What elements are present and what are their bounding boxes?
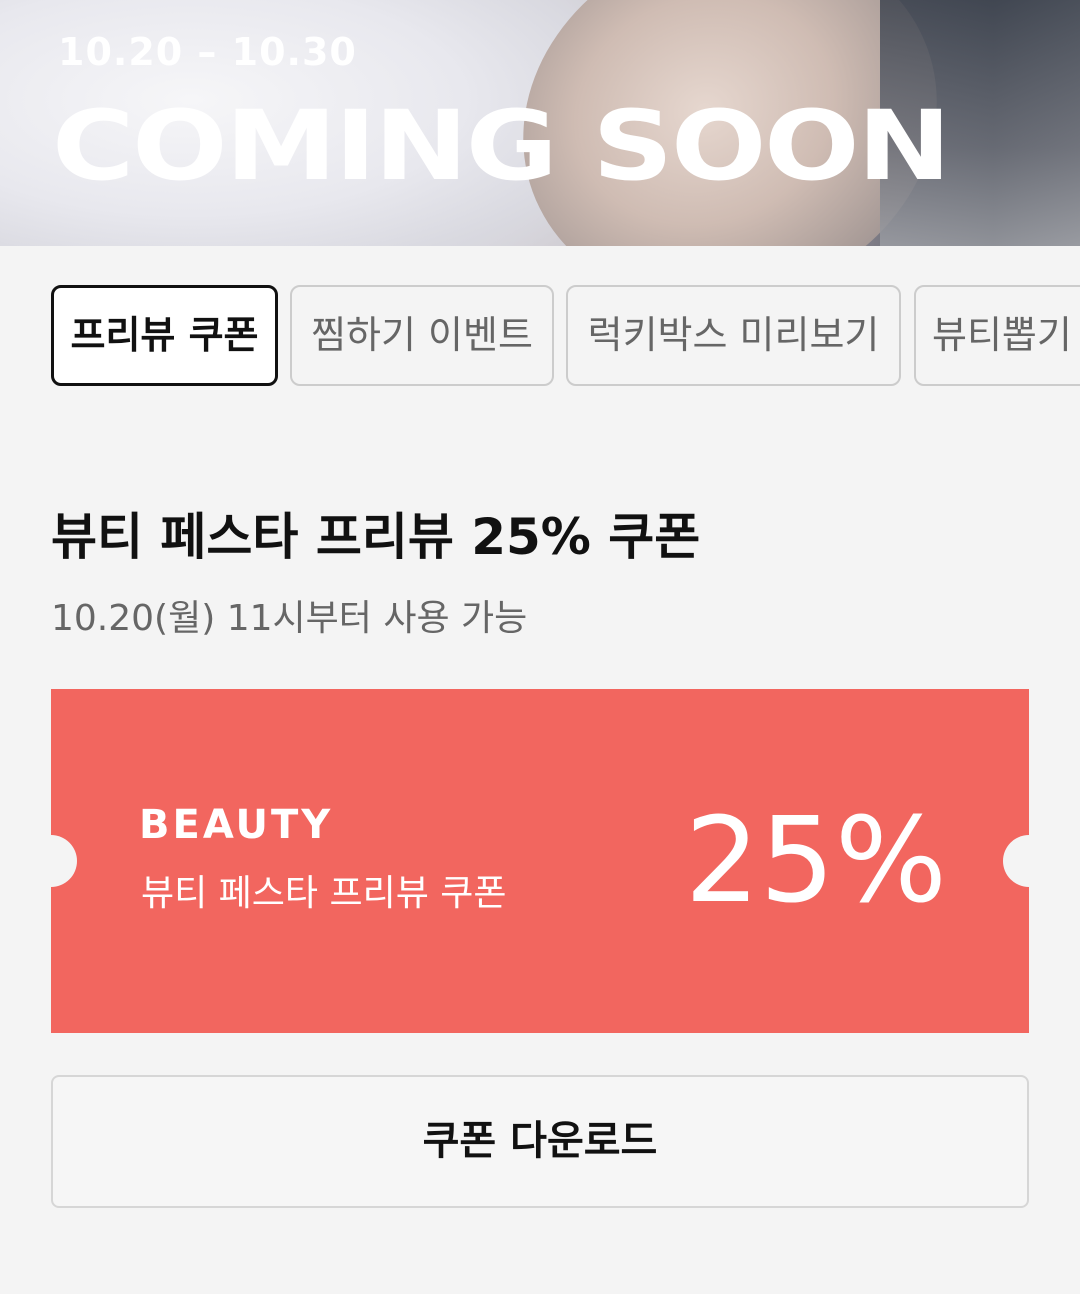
coupon-section-title: 뷰티 페스타 프리뷰 25% 쿠폰 xyxy=(51,508,701,566)
coupon-notch-right xyxy=(1003,835,1055,887)
coupon-notch-left xyxy=(25,835,77,887)
coupon-card: BEAUTY 뷰티 페스타 프리뷰 쿠폰 25% xyxy=(25,689,1055,1033)
tab-preview-coupon[interactable]: 프리뷰 쿠폰 xyxy=(51,285,278,386)
hero-date-range: 10.20 – 10.30 xyxy=(58,30,357,74)
tab-luckybox-preview[interactable]: 럭키박스 미리보기 xyxy=(566,285,901,386)
coupon-download-button[interactable]: 쿠폰 다운로드 xyxy=(51,1075,1029,1208)
tab-wishlist-event[interactable]: 찜하기 이벤트 xyxy=(290,285,554,386)
hero-banner: 10.20 – 10.30 COMING SOON xyxy=(0,0,1080,246)
coupon-discount-value: 25% xyxy=(684,791,947,929)
coupon-brand: BEAUTY xyxy=(139,802,334,848)
coupon-availability-text: 10.20(월) 11시부터 사용 가능 xyxy=(51,598,528,639)
tab-beauty-draw[interactable]: 뷰티뽑기 xyxy=(914,285,1080,386)
hero-title: COMING SOON xyxy=(52,90,951,202)
coupon-name: 뷰티 페스타 프리뷰 쿠폰 xyxy=(141,873,507,914)
tab-bar: 프리뷰 쿠폰 찜하기 이벤트 럭키박스 미리보기 뷰티뽑기 xyxy=(51,285,1080,386)
